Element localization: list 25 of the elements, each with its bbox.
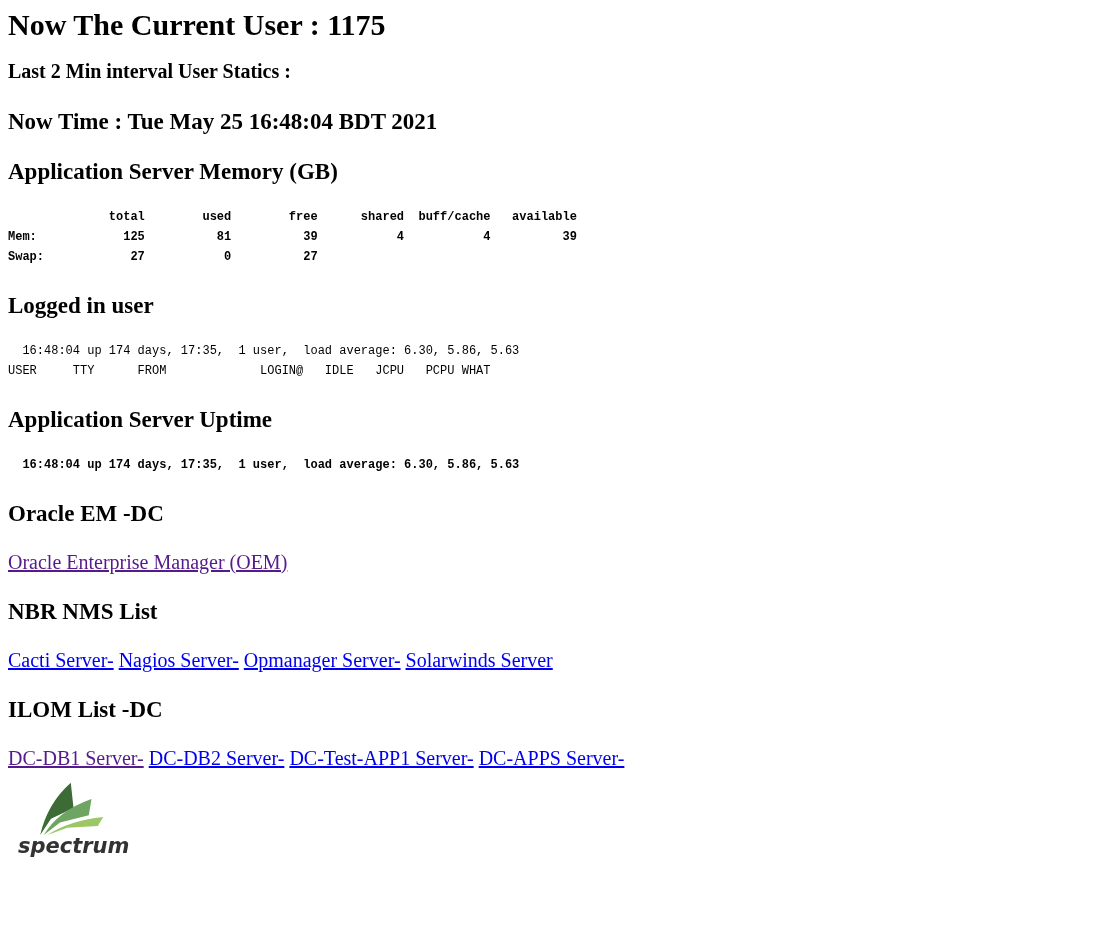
output-line: 16:48:04 up 174 days, 17:35, 1 user, load average: 6.30, 5.86, 5.63 (21, 343, 520, 360)
link[interactable]: Solarwinds Server (405, 649, 553, 671)
section-heading: Application Server Memory (GB) (8, 159, 339, 185)
output-line: USER TTY FROM LOGIN@ IDLE JCPU PCPU WHAT (8, 363, 491, 380)
link[interactable]: DC-APPS Server- (478, 747, 625, 769)
link[interactable]: Nagios Server- (118, 649, 239, 671)
section-heading: NBR NMS List (8, 599, 159, 625)
page-title: Now The Current User : 1175 (8, 8, 387, 42)
section-heading: Application Server Uptime (8, 407, 274, 433)
section-heading: Logged in user (8, 293, 155, 319)
link[interactable]: DC-Test-APP1 Server- (289, 747, 474, 769)
link[interactable]: Opmanager Server- (243, 649, 401, 671)
section-heading: Now Time : Tue May 25 16:48:04 BDT 2021 (8, 109, 439, 135)
output-line: 16:48:04 up 174 days, 17:35, 1 user, load average: 6.30, 5.86, 5.63 (21, 457, 520, 474)
section-heading: Oracle EM -DC (8, 501, 165, 527)
link[interactable]: DC-DB1 Server- (8, 747, 144, 769)
output-line: Mem: 125 81 39 4 4 39 (8, 229, 577, 246)
output-line: total used free shared buff/cache available (107, 209, 577, 226)
section-heading: ILOM List -DC (8, 697, 164, 723)
output-line: Swap: 27 0 27 (8, 249, 318, 266)
link[interactable]: Oracle Enterprise Manager (OEM) (8, 551, 288, 573)
subheading: Last 2 Min interval User Statics : (8, 60, 292, 83)
link[interactable]: DC-DB2 Server- (148, 747, 285, 769)
link[interactable]: Cacti Server- (8, 649, 114, 671)
logo: spectrum (18, 781, 130, 857)
